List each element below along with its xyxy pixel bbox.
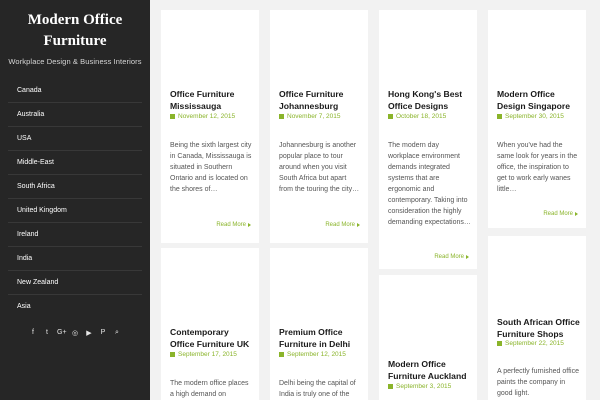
read-more-label[interactable]: Read More (543, 211, 573, 217)
post-card: Premium Office Furniture in Delhi Septem… (270, 248, 368, 400)
post-date: September 22, 2015 (497, 340, 564, 347)
post-card: Contemporary Office Furniture UK Septemb… (161, 248, 259, 400)
calendar-icon (170, 114, 175, 119)
post-title[interactable]: Office Furniture Johannesburg (279, 88, 362, 112)
read-more-link[interactable]: Read More (216, 222, 251, 228)
nav-item-united-kingdom[interactable]: United Kingdom (8, 199, 142, 223)
nav-item-new-zealand[interactable]: New Zealand (8, 271, 142, 295)
post-title[interactable]: Hong Kong's Best Office Designs (388, 88, 471, 112)
post-excerpt: A perfectly furnished office paints the … (497, 368, 579, 397)
caret-right-icon (575, 212, 578, 216)
calendar-icon (388, 384, 393, 389)
post-date-text: September 22, 2015 (505, 340, 564, 347)
read-more-link[interactable]: Read More (434, 254, 469, 260)
post-date: September 30, 2015 (497, 113, 564, 120)
read-more-label[interactable]: Read More (434, 254, 464, 260)
post-excerpt: When you've had the same look for years … (497, 142, 578, 193)
search-icon[interactable]: ⌕ (113, 329, 121, 337)
post-date: September 3, 2015 (388, 383, 451, 390)
site-title[interactable]: Modern Office Furniture (0, 0, 150, 52)
caret-right-icon (248, 223, 251, 227)
nav-item-middle-east[interactable]: Middle-East (8, 151, 142, 175)
site-title-line2[interactable]: Furniture (0, 31, 150, 52)
post-excerpt: Delhi being the capital of India is trul… (279, 380, 356, 398)
calendar-icon (279, 352, 284, 357)
twitter-icon[interactable]: t (43, 329, 51, 337)
read-more-label[interactable]: Read More (216, 222, 246, 228)
nav-item-asia[interactable]: Asia (8, 295, 142, 319)
post-card: Modern Office Furniture Auckland Septemb… (379, 275, 477, 400)
calendar-icon (497, 341, 502, 346)
nav-item-canada[interactable]: Canada (8, 79, 142, 103)
facebook-icon[interactable]: f (29, 329, 37, 337)
post-title[interactable]: Modern Office Design Singapore (497, 88, 580, 112)
post-date: November 7, 2015 (279, 113, 340, 120)
read-more-link[interactable]: Read More (543, 211, 578, 217)
post-card: Modern Office Design Singapore September… (488, 10, 586, 228)
post-card: South African Office Furniture Shops Sep… (488, 236, 586, 400)
google-plus-icon[interactable]: G+ (57, 329, 67, 337)
post-title[interactable]: Premium Office Furniture in Delhi (279, 326, 362, 350)
post-date-text: November 7, 2015 (287, 113, 341, 120)
nav-item-australia[interactable]: Australia (8, 103, 142, 127)
nav-item-ireland[interactable]: Ireland (8, 223, 142, 247)
post-date: October 18, 2015 (388, 113, 446, 120)
post-title[interactable]: South African Office Furniture Shops (497, 316, 580, 340)
youtube-icon[interactable]: ▶ (85, 329, 93, 337)
pinterest-icon[interactable]: P (99, 329, 107, 337)
caret-right-icon (357, 223, 360, 227)
post-title[interactable]: Contemporary Office Furniture UK (170, 326, 253, 350)
nav-item-usa[interactable]: USA (8, 127, 142, 151)
site-title-line1[interactable]: Modern Office (0, 10, 150, 31)
read-more-label[interactable]: Read More (325, 222, 355, 228)
calendar-icon (170, 352, 175, 357)
nav-item-india[interactable]: India (8, 247, 142, 271)
calendar-icon (279, 114, 284, 119)
post-date-text: November 12, 2015 (178, 113, 236, 120)
post-date: November 12, 2015 (170, 113, 235, 120)
post-card: Office Furniture Johannesburg November 7… (270, 10, 368, 243)
calendar-icon (497, 114, 502, 119)
post-excerpt: The modern day workplace environment dem… (388, 142, 471, 226)
post-date: September 17, 2015 (170, 351, 237, 358)
post-date-text: September 30, 2015 (505, 113, 564, 120)
post-excerpt: Johannesburg is another popular place to… (279, 142, 360, 193)
site-tagline: Workplace Design & Business Interiors (8, 57, 142, 66)
post-card: Office Furniture Mississauga November 12… (161, 10, 259, 243)
post-title[interactable]: Office Furniture Mississauga (170, 88, 253, 112)
post-card: Hong Kong's Best Office Designs October … (379, 10, 477, 269)
social-links: f t G+ ◎ ▶ P ⌕ (0, 329, 150, 337)
category-nav: Canada Australia USA Middle-East South A… (0, 79, 150, 319)
post-excerpt: Being the sixth largest city in Canada, … (170, 142, 252, 193)
caret-right-icon (466, 255, 469, 259)
instagram-icon[interactable]: ◎ (71, 329, 79, 337)
post-title[interactable]: Modern Office Furniture Auckland (388, 358, 471, 382)
post-date-text: September 3, 2015 (396, 383, 452, 390)
post-date: September 12, 2015 (279, 351, 346, 358)
calendar-icon (388, 114, 393, 119)
post-date-text: September 17, 2015 (178, 351, 237, 358)
sidebar: Modern Office Furniture Workplace Design… (0, 0, 150, 400)
post-excerpt: The modern office places a high demand o… (170, 380, 249, 398)
nav-item-south-africa[interactable]: South Africa (8, 175, 142, 199)
read-more-link[interactable]: Read More (325, 222, 360, 228)
post-date-text: September 12, 2015 (287, 351, 346, 358)
post-date-text: October 18, 2015 (396, 113, 447, 120)
